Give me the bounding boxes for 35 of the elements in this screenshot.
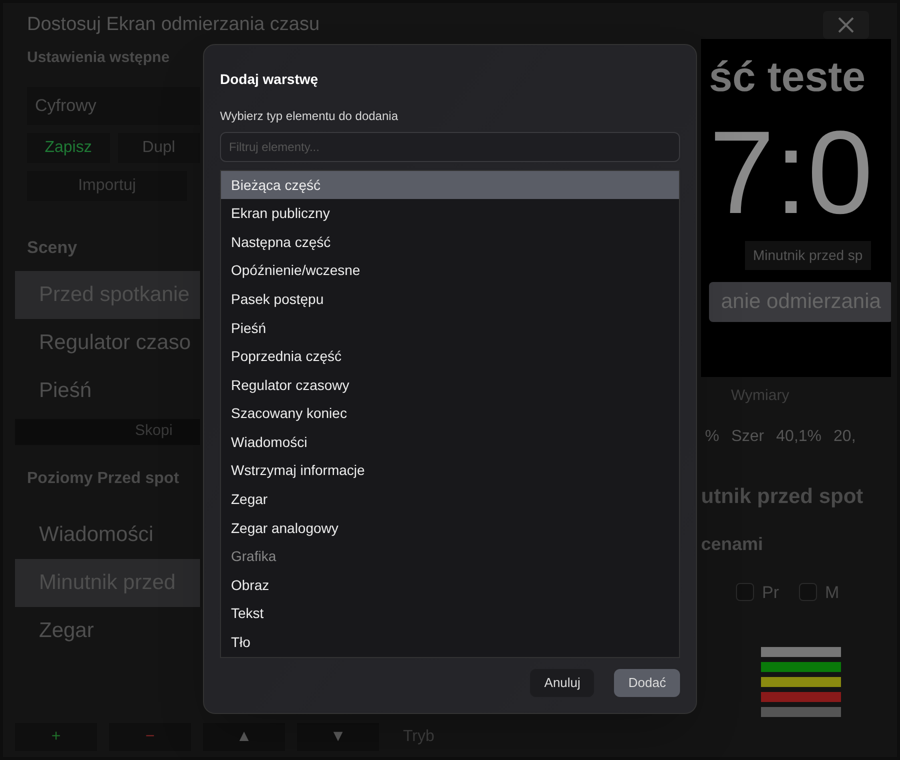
dimension-value: 20, [834,427,856,447]
list-item[interactable]: Regulator czasowy [221,370,679,400]
list-item[interactable]: Wiadomości [221,428,679,457]
list-group-header: Grafika [230,547,278,566]
list-item[interactable]: Pasek postępu [221,285,679,314]
dialog-title: Dodaj warstwę [220,70,320,89]
list-item[interactable]: Poprzednia część [221,342,679,371]
list-item[interactable]: Obraz [221,571,679,600]
list-item[interactable]: Zegar analogowy [221,514,679,542]
list-item[interactable]: Następna część [221,228,679,257]
dimension-value: Szer [731,427,764,447]
toolbar-button[interactable]: + [15,723,97,751]
list-item[interactable]: Zegar [221,485,679,514]
list-item[interactable]: Tło [221,628,679,657]
cancel-button[interactable]: Anuluj [530,669,594,697]
list-item[interactable]: Pieśń [221,314,679,342]
preview-part-title: ść teste [709,52,866,102]
dimension-value: 40,1% [776,427,822,447]
checkbox[interactable] [736,583,754,602]
list-item[interactable]: Bieżąca część [221,170,679,200]
preview-caption: Minutnik przed sp [745,240,871,270]
preset-button[interactable]: Zapisz [27,132,110,162]
checkbox[interactable] [799,583,817,602]
list-item[interactable]: Szacowany koniec [221,399,679,428]
dialog-subtitle: Wybierz typ elementu do dodania [220,108,399,125]
dimension-value: % [705,427,720,447]
close-button[interactable] [823,10,869,39]
preview-clock: 7:0 [709,110,874,234]
list-item[interactable]: Wstrzymaj informacje [221,456,679,486]
add-button[interactable]: Dodać [614,669,680,697]
close-icon [837,16,855,34]
list-item[interactable]: Tekst [221,600,679,628]
list-item[interactable]: Ekran publiczny [221,199,679,228]
list-item[interactable]: Opóźnienie/wczesne [221,256,679,286]
window-title: Dostosuj Ekran odmierzania czasu [27,12,320,36]
